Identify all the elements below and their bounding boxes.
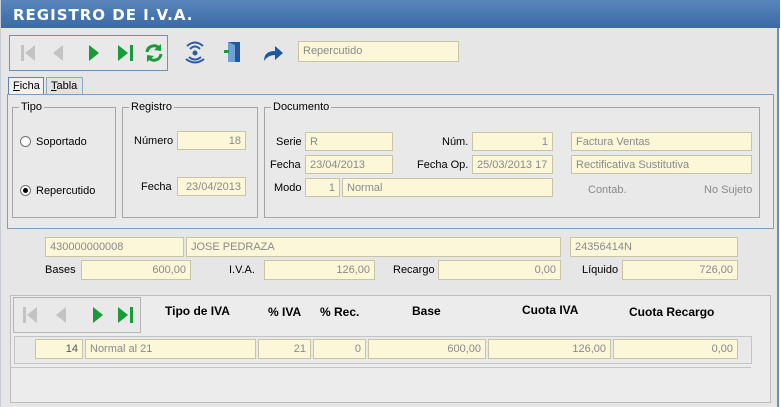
row-cuota-recargo-cell[interactable]: 0,00 — [613, 339, 738, 359]
tab-ficha-label: icha — [19, 80, 40, 92]
contab-label: Contab. — [588, 184, 627, 196]
num-field[interactable]: 1 — [472, 132, 553, 151]
serie-field[interactable]: R — [305, 132, 393, 151]
row-pct-rec-cell[interactable]: 0 — [313, 339, 366, 359]
documento-fecha-label: Fecha — [270, 159, 301, 171]
header-base: Base — [412, 304, 441, 318]
forward-arrow-icon[interactable] — [261, 41, 285, 65]
header-pct-iva: % IVA — [268, 305, 302, 319]
tipo-documento-field[interactable]: Factura Ventas — [571, 132, 752, 151]
tab-ficha-underlined-letter: F — [13, 80, 20, 92]
bases-field[interactable]: 600,00 — [81, 260, 191, 280]
fecha-op-field[interactable]: 25/03/2013 17 — [472, 155, 553, 174]
soportado-radio[interactable] — [20, 136, 31, 147]
register-type-field[interactable]: Repercutido — [298, 41, 459, 62]
documento-group: Documento Serie R Núm. 1 Factura Ventas … — [264, 100, 760, 218]
cuenta-field[interactable]: 430000000008 — [45, 237, 184, 257]
repercutido-radio[interactable] — [20, 185, 31, 196]
documento-group-title: Documento — [271, 100, 332, 114]
tipo-group-title: Tipo — [19, 100, 44, 114]
liquido-label: Líquido — [582, 264, 619, 276]
grid-nav-toolbar — [13, 297, 141, 333]
header-tipo-iva: Tipo de IVA — [165, 304, 230, 318]
recargo-label: Recargo — [393, 264, 435, 276]
tab-tabla-label: abla — [56, 80, 78, 92]
title-bar: REGISTRO DE I.V.A. — [1, 0, 780, 28]
recargo-field[interactable]: 0,00 — [438, 260, 561, 280]
nombre-field[interactable]: JOSE PEDRAZA — [186, 237, 561, 257]
grid-next-icon[interactable] — [86, 303, 110, 327]
main-window: REGISTRO DE I.V.A. Repercutido Ficha Tab… — [0, 0, 780, 407]
grid-footer-area — [11, 367, 751, 399]
no-sujeto-label: No Sujeto — [704, 184, 753, 196]
grid-first-icon[interactable] — [18, 303, 42, 327]
iva-label: I.V.A. — [229, 264, 255, 276]
row-cuota-iva-cell[interactable]: 126,00 — [488, 339, 611, 359]
numero-label: Número — [134, 135, 174, 147]
repercutido-label: Repercutido — [36, 185, 96, 197]
exit-door-icon[interactable] — [221, 40, 245, 64]
numero-field[interactable]: 18 — [177, 131, 246, 150]
modo-code-field[interactable]: 1 — [305, 178, 340, 197]
documento-fecha-field[interactable]: 23/04/2013 — [305, 155, 393, 174]
registro-group: Registro Número 18 Fecha 23/04/2013 — [122, 100, 258, 218]
bases-label: Bases — [45, 264, 76, 276]
tipo-group: Tipo Soportado Repercutido — [12, 100, 116, 218]
registro-fecha-label: Fecha — [141, 181, 172, 193]
liquido-field[interactable]: 726,00 — [622, 260, 738, 280]
row-base-cell[interactable]: 600,00 — [368, 339, 486, 359]
tab-tabla[interactable]: Tabla — [46, 77, 83, 95]
first-record-icon[interactable] — [16, 41, 40, 65]
nif-field[interactable]: 24356414N — [570, 237, 738, 257]
header-cuota-iva: Cuota IVA — [522, 303, 579, 317]
next-record-icon[interactable] — [82, 41, 106, 65]
row-code-cell[interactable]: 14 — [35, 339, 83, 359]
previous-record-icon[interactable] — [46, 41, 70, 65]
modo-label: Modo — [274, 182, 302, 194]
row-tipo-cell[interactable]: Normal al 21 — [85, 339, 256, 359]
record-nav-toolbar — [9, 35, 168, 71]
modo-name-field[interactable]: Normal — [342, 178, 553, 197]
header-cuota-recargo: Cuota Recargo — [629, 305, 715, 319]
row-pct-iva-cell[interactable]: 21 — [258, 339, 311, 359]
broadcast-icon[interactable] — [183, 40, 207, 64]
ficha-tab-page: Tipo Soportado Repercutido Registro Núme… — [7, 94, 774, 229]
num-label: Núm. — [442, 136, 469, 148]
registro-group-title: Registro — [129, 100, 174, 114]
grid-previous-icon[interactable] — [49, 303, 73, 327]
iva-field[interactable]: 126,00 — [264, 260, 375, 280]
registro-fecha-field[interactable]: 23/04/2013 — [177, 177, 246, 196]
header-pct-rec: % Rec. — [320, 305, 360, 319]
last-record-icon[interactable] — [114, 41, 138, 65]
fecha-op-label: Fecha Op. — [417, 159, 469, 171]
window-title: REGISTRO DE I.V.A. — [13, 6, 194, 24]
rectificativa-field[interactable]: Rectificativa Sustitutiva — [571, 155, 752, 174]
grid-last-icon[interactable] — [114, 303, 138, 327]
serie-label: Serie — [276, 136, 302, 148]
tab-ficha[interactable]: Ficha — [8, 77, 44, 95]
soportado-label: Soportado — [36, 136, 87, 148]
refresh-icon[interactable] — [142, 41, 166, 65]
